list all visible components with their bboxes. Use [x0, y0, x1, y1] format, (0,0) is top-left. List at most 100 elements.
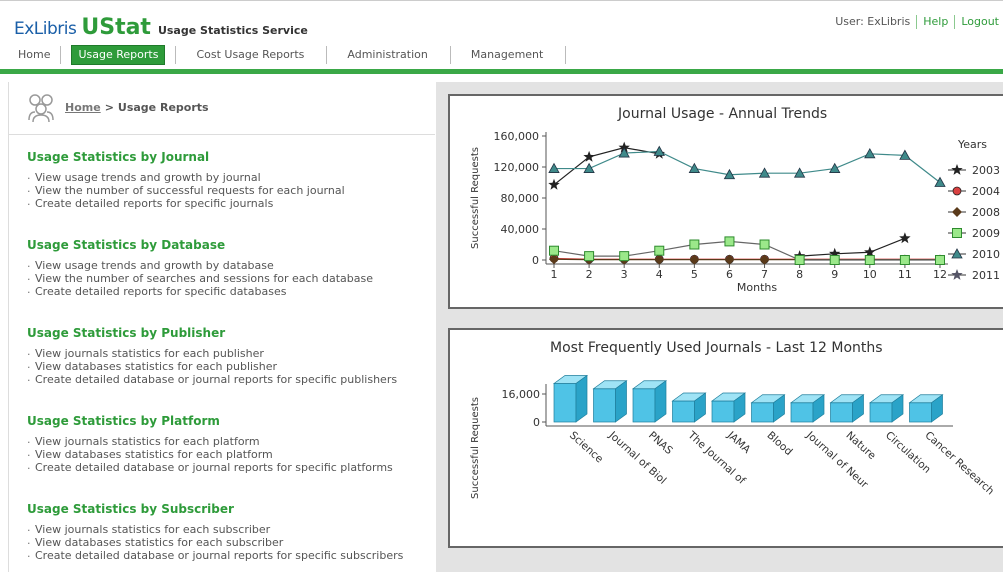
- series-2010: [548, 145, 946, 187]
- x-tick-label: JAMA: [724, 429, 753, 457]
- users-icon: [28, 94, 54, 123]
- data-point: [619, 251, 630, 262]
- data-point: [654, 254, 665, 265]
- section-title-subscriber[interactable]: Usage Statistics by Subscriber: [27, 502, 403, 516]
- x-tick-label: 11: [898, 268, 912, 281]
- nav-management[interactable]: Management: [451, 46, 567, 64]
- y-tick-label: 0: [532, 254, 539, 267]
- section-title-publisher[interactable]: Usage Statistics by Publisher: [27, 326, 397, 340]
- x-tick-label: PNAS: [646, 429, 675, 457]
- legend-label: 2011: [972, 269, 1000, 282]
- main-nav: Home Usage Reports Cost Usage Reports Ad…: [12, 45, 567, 65]
- list-item[interactable]: View journals statistics for each subscr…: [27, 521, 403, 536]
- data-point: [935, 255, 945, 265]
- list-item[interactable]: View journals statistics for each platfo…: [27, 433, 393, 448]
- section-title-journal[interactable]: Usage Statistics by Journal: [27, 150, 345, 164]
- legend-title: Years: [957, 138, 987, 151]
- list-item[interactable]: View journals statistics for each publis…: [27, 345, 397, 360]
- list-item[interactable]: View usage trends and growth by journal: [27, 169, 345, 184]
- list-item[interactable]: View databases statistics for each subsc…: [27, 534, 403, 549]
- x-tick-label: 12: [933, 268, 947, 281]
- section-title-database[interactable]: Usage Statistics by Database: [27, 238, 373, 252]
- list-item[interactable]: View the number of successful requests f…: [27, 182, 345, 197]
- list-item[interactable]: Create detailed database or journal repo…: [27, 547, 403, 562]
- list-item[interactable]: View databases statistics for each publi…: [27, 358, 397, 373]
- data-point: [549, 245, 559, 256]
- data-point: [899, 232, 911, 244]
- x-tick-label: Blood: [764, 429, 794, 458]
- data-point: [548, 178, 560, 190]
- list-item[interactable]: Create detailed database or journal repo…: [27, 371, 397, 386]
- bar: [908, 394, 944, 423]
- x-tick-label: Science: [567, 429, 605, 465]
- breadcrumb-home-link[interactable]: Home: [65, 101, 101, 114]
- section-title-platform[interactable]: Usage Statistics by Platform: [27, 414, 393, 428]
- data-point: [794, 255, 805, 265]
- y-tick-label: 0: [533, 416, 540, 429]
- data-point: [952, 207, 962, 217]
- bar: [671, 392, 707, 423]
- data-point: [584, 251, 595, 262]
- app-logo[interactable]: ExLibris UStat Usage Statistics Service: [14, 15, 308, 40]
- annual-trends-chart: Journal Usage - Annual Trends 0 40,000 80,…: [448, 94, 1003, 309]
- bar-front: [711, 400, 735, 423]
- series-line: [553, 240, 940, 261]
- x-tick-label: 7: [761, 268, 768, 281]
- x-tick-label: Nature: [843, 429, 877, 462]
- data-point: [759, 254, 770, 265]
- series-line: [554, 150, 941, 183]
- logo-tagline: Usage Statistics Service: [157, 24, 308, 37]
- list-item[interactable]: View the number of searches and sessions…: [27, 270, 373, 285]
- list-item[interactable]: View usage trends and growth by database: [27, 257, 373, 272]
- section-publisher: Usage Statistics by Publisher View journ…: [27, 326, 397, 386]
- y-tick-label: 40,000: [501, 223, 540, 236]
- legend-label: 2010: [972, 248, 1000, 261]
- x-tick-label: 1: [551, 268, 558, 281]
- reports-menu-panel: Home > Usage Reports Usage Statistics by…: [8, 82, 435, 572]
- list-item[interactable]: Create detailed reports for specific dat…: [27, 283, 373, 298]
- y-tick-label: 16,000: [502, 388, 541, 401]
- bar: [829, 394, 865, 423]
- user-links: User: ExLibris Help Logout: [829, 15, 999, 29]
- x-axis-label: Months: [737, 281, 777, 294]
- series-line: [799, 237, 906, 257]
- nav-administration[interactable]: Administration: [327, 46, 451, 64]
- y-tick-label: 80,000: [501, 192, 540, 205]
- list-item[interactable]: View databases statistics for each platf…: [27, 446, 393, 461]
- data-point: [934, 176, 946, 187]
- logo-exlibris: ExLibris: [14, 19, 77, 39]
- section-subscriber: Usage Statistics by Subscriber View jour…: [27, 502, 403, 562]
- x-tick-label: 8: [796, 268, 803, 281]
- data-point: [829, 162, 841, 173]
- bar-front: [593, 388, 616, 423]
- list-item[interactable]: Create detailed database or journal repo…: [27, 459, 393, 474]
- data-point: [864, 148, 876, 159]
- bar-front: [790, 402, 814, 423]
- nav-cost-usage-reports[interactable]: Cost Usage Reports: [175, 46, 328, 64]
- x-tick-label: 10: [863, 268, 877, 281]
- data-point: [951, 164, 963, 175]
- bar: [592, 380, 628, 423]
- y-tick-label: 160,000: [494, 130, 540, 143]
- section-platform: Usage Statistics by Platform View journa…: [27, 414, 393, 474]
- bar: [710, 392, 747, 423]
- nav-home[interactable]: Home: [12, 46, 62, 64]
- logo-ustat: UStat: [81, 15, 151, 40]
- x-tick-label: Cancer Research: [922, 429, 996, 497]
- data-point: [689, 239, 700, 250]
- header-accent-bar: [0, 69, 1003, 74]
- nav-usage-reports[interactable]: Usage Reports: [71, 45, 166, 65]
- x-tick-label: 3: [621, 268, 628, 281]
- bar-front: [553, 383, 577, 423]
- data-point: [549, 254, 559, 265]
- data-point: [724, 254, 735, 265]
- list-item[interactable]: Create detailed reports for specific jou…: [27, 195, 345, 210]
- charts-area: Journal Usage - Annual Trends 0 40,000 80,…: [436, 82, 1003, 572]
- logout-link[interactable]: Logout: [955, 15, 999, 29]
- data-point: [689, 254, 700, 265]
- user-label: User: ExLibris: [829, 15, 918, 29]
- bar: [750, 394, 786, 423]
- series-2009: [549, 236, 945, 265]
- x-tick-label: 6: [726, 268, 733, 281]
- help-link[interactable]: Help: [917, 15, 956, 29]
